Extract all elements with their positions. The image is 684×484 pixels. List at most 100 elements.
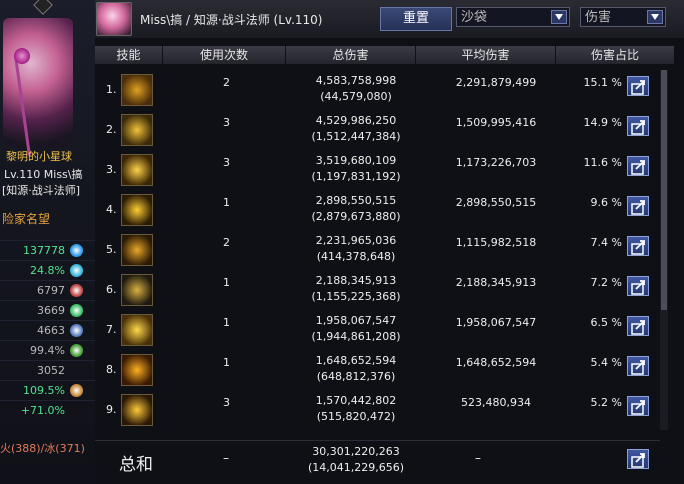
total-damage-sub: (648,812,376)	[316, 370, 396, 383]
skill-icon-2	[121, 114, 153, 146]
scrollbar[interactable]	[660, 70, 668, 430]
average-damage: 1,173,226,703	[455, 156, 537, 169]
stat-row: 3052	[0, 360, 95, 381]
use-count: 1	[223, 196, 230, 209]
total-damage-cell: 30,301,220,263 (14,041,229,656)	[286, 444, 426, 476]
total-damage-sub: (1,944,861,208)	[311, 330, 401, 343]
share-icon	[631, 280, 645, 295]
stat-value: 3669	[37, 304, 65, 317]
staff-icon	[14, 56, 31, 156]
row-number: 8.	[106, 363, 117, 376]
total-damage: 4,583,758,998	[315, 74, 397, 87]
row-number: 6.	[106, 283, 117, 296]
scroll-thumb[interactable]	[661, 70, 667, 310]
total-damage: 1,570,442,802	[315, 394, 397, 407]
table-row: 2. 3 4,529,986,250 (1,512,447,384) 1,509,995…	[95, 110, 660, 150]
adventure-fame-label: 险家名望	[2, 212, 51, 226]
column-header-total: 总伤害	[286, 46, 416, 64]
total-damage-sub: (1,512,447,384)	[311, 130, 401, 143]
total-damage-sub: (1,155,225,368)	[311, 290, 401, 303]
total-row: 总和 – 30,301,220,263 (14,041,229,656) –	[95, 440, 660, 481]
total-damage: 1,958,067,547	[315, 314, 397, 327]
total-damage-cell: 2,188,345,913 (1,155,225,368)	[286, 273, 426, 305]
damage-share: 7.2 %	[590, 276, 622, 289]
column-header-uses: 使用次数	[163, 46, 286, 64]
total-damage-sub: (44,579,080)	[320, 90, 392, 103]
use-count: 1	[223, 316, 230, 329]
chevron-down-icon[interactable]	[551, 10, 567, 24]
average-damage: 523,480,934	[461, 396, 531, 409]
table-row: 7. 1 1,958,067,547 (1,944,861,208) 1,958,067…	[95, 310, 660, 350]
stat-icon	[70, 264, 83, 277]
share-button[interactable]	[627, 356, 649, 376]
share-button[interactable]	[627, 196, 649, 216]
stat-icon	[70, 304, 83, 317]
share-button[interactable]	[627, 116, 649, 136]
stat-row: 24.8%	[0, 260, 95, 281]
total-damage-cell: 3,519,680,109 (1,197,831,192)	[286, 153, 426, 185]
table-row: 4. 1 2,898,550,515 (2,879,673,880) 2,898,550…	[95, 190, 660, 230]
stat-row: +71.0%	[0, 400, 95, 421]
total-damage-cell: 2,231,965,036 (414,378,648)	[286, 233, 426, 265]
average-damage: 1,115,982,518	[455, 236, 537, 249]
total-damage-cell: 2,898,550,515 (2,879,673,880)	[286, 193, 426, 225]
total-damage: 2,188,345,913	[315, 274, 397, 287]
use-count: 2	[223, 76, 230, 89]
stat-row: 6797	[0, 280, 95, 301]
share-button[interactable]	[627, 396, 649, 416]
average-damage: 1,648,652,594	[455, 356, 537, 369]
stat-value: 109.5%	[23, 384, 65, 397]
total-damage-sub: (414,378,648)	[316, 250, 396, 263]
average-damage: 1,509,995,416	[455, 116, 537, 129]
use-count: 3	[223, 396, 230, 409]
share-icon	[631, 200, 645, 215]
total-damage: 1,648,652,594	[315, 354, 397, 367]
total-damage: 2,898,550,515	[315, 194, 397, 207]
page-title: Miss\搞 / 知源·战斗法师 (Lv.110)	[140, 13, 323, 27]
character-class: [知源·战斗法师]	[2, 184, 81, 197]
stat-row: 99.4%	[0, 340, 95, 361]
average-damage: 2,291,879,499	[455, 76, 537, 89]
average-damage: 2,188,345,913	[455, 276, 537, 289]
total-damage: 3,519,680,109	[315, 154, 397, 167]
character-thumbnail	[96, 2, 132, 36]
total-label: 总和	[119, 455, 153, 475]
total-damage-sub: (14,041,229,656)	[307, 461, 405, 474]
target-dropdown[interactable]: 沙袋	[456, 7, 570, 27]
column-header-average: 平均伤害	[416, 46, 556, 64]
chevron-down-icon[interactable]	[647, 10, 663, 24]
total-damage-cell: 1,570,442,802 (515,820,472)	[286, 393, 426, 425]
share-icon	[631, 80, 645, 95]
stat-value: 137778	[23, 244, 65, 257]
total-damage-cell: 1,648,652,594 (648,812,376)	[286, 353, 426, 385]
share-button[interactable]	[627, 76, 649, 96]
row-number: 2.	[106, 123, 117, 136]
table-row: 8. 1 1,648,652,594 (648,812,376) 1,648,652,5…	[95, 350, 660, 390]
skill-icon-9	[121, 394, 153, 426]
share-icon	[631, 320, 645, 335]
reset-button[interactable]: 重置	[380, 7, 452, 31]
stat-value: 99.4%	[30, 344, 65, 357]
share-icon	[631, 400, 645, 415]
total-damage-sub: (2,879,673,880)	[311, 210, 401, 223]
skill-icon-7	[121, 314, 153, 346]
column-header-share: 伤害占比	[556, 46, 675, 64]
share-button[interactable]	[627, 236, 649, 256]
metric-dropdown[interactable]: 伤害	[580, 7, 666, 27]
total-damage: 2,231,965,036	[315, 234, 397, 247]
share-button[interactable]	[627, 449, 649, 469]
share-button[interactable]	[627, 156, 649, 176]
table-row: 9. 3 1,570,442,802 (515,820,472) 523,480,934…	[95, 390, 660, 430]
diamond-icon[interactable]	[33, 0, 53, 15]
average-damage: 2,898,550,515	[455, 196, 537, 209]
share-button[interactable]	[627, 316, 649, 336]
skill-icon-8	[121, 354, 153, 386]
share-button[interactable]	[627, 276, 649, 296]
use-count: 3	[223, 156, 230, 169]
share-icon	[631, 120, 645, 135]
skill-icon-4	[121, 194, 153, 226]
row-number: 5.	[106, 243, 117, 256]
skill-icon-3	[121, 154, 153, 186]
total-uses: –	[223, 451, 229, 465]
stat-icon	[70, 284, 83, 297]
